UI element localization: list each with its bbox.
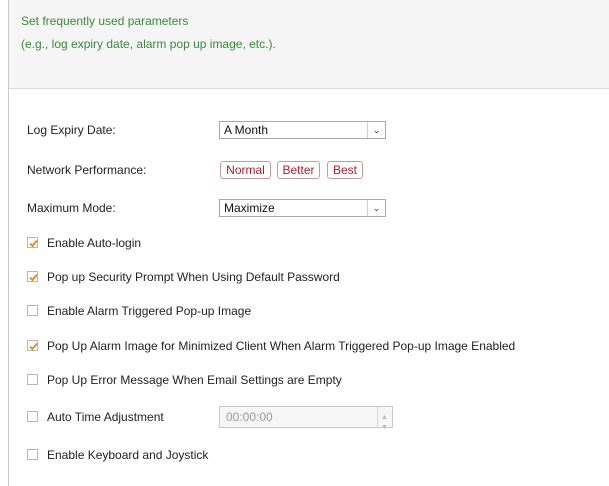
checkbox[interactable] [27,411,38,422]
log-expiry-select[interactable]: A Month ⌄ [219,121,386,139]
checkbox[interactable] [27,271,38,282]
perf-normal-button[interactable]: Normal [220,161,271,179]
checkbox[interactable] [27,305,38,316]
auto-time-value: 00:00:00 [226,410,273,424]
checkbox[interactable] [27,374,38,385]
log-expiry-label: Log Expiry Date: [27,123,116,137]
checkbox-label: Pop Up Alarm Image for Minimized Client … [47,339,516,353]
network-performance-group: Normal Better Best [220,161,380,179]
spinner-down-icon[interactable]: ▼ [381,418,388,438]
checkbox[interactable] [27,237,38,248]
auto-time-input[interactable]: 00:00:00 ▲ ▼ [219,406,393,431]
checkbox-label: Enable Alarm Triggered Pop-up Image [47,304,252,318]
header-title: Set frequently used parameters [21,14,189,28]
time-spinner[interactable]: ▲ ▼ [377,407,392,431]
header-subtitle: (e.g., log expiry date, alarm pop up ima… [21,37,276,51]
checkbox-label: Enable Keyboard and Joystick [47,448,209,462]
chevron-down-icon[interactable]: ⌄ [367,122,385,138]
checkbox[interactable] [27,449,38,460]
checkbox[interactable] [27,340,38,351]
checkbox-label: Pop Up Error Message When Email Settings… [47,373,342,387]
perf-best-button[interactable]: Best [327,161,363,179]
maximum-mode-value: Maximize [224,201,275,215]
checkbox-label: Auto Time Adjustment [47,410,164,424]
maximum-mode-label: Maximum Mode: [27,201,116,215]
checkbox-label: Pop up Security Prompt When Using Defaul… [47,270,340,284]
settings-panel: Set frequently used parameters (e.g., lo… [8,0,609,486]
log-expiry-value: A Month [224,123,269,137]
network-performance-label: Network Performance: [27,163,147,177]
checkbox-label: Enable Auto-login [47,236,142,250]
maximum-mode-select[interactable]: Maximize ⌄ [219,199,386,217]
perf-better-button[interactable]: Better [277,161,320,179]
settings-header: Set frequently used parameters (e.g., lo… [9,0,609,89]
chevron-down-icon[interactable]: ⌄ [367,200,385,216]
